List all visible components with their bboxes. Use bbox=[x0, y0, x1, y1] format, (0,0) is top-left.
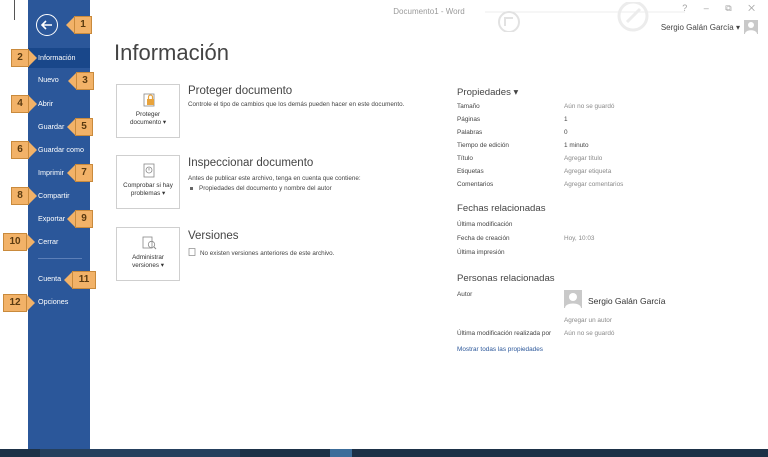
show-all-properties-link[interactable]: Mostrar todas las propiedades bbox=[457, 346, 543, 353]
callout-12: 12 bbox=[3, 294, 37, 312]
prop-value: 0 bbox=[564, 129, 568, 136]
callout-6: 6 bbox=[11, 141, 37, 159]
callout-1: 1 bbox=[66, 16, 92, 34]
prop-label: Etiquetas bbox=[457, 168, 484, 175]
last-modified-by-label: Última modificación realizada por bbox=[457, 330, 552, 337]
inspect-description: Antes de publicar este archivo, tenga en… bbox=[188, 175, 361, 182]
check-issues-button[interactable]: Comprobar si hay problemas ▾ bbox=[116, 155, 180, 209]
date-label: Fecha de creación bbox=[457, 235, 510, 242]
callout-5: 5 bbox=[67, 118, 93, 136]
related-people-heading: Personas relacionadas bbox=[457, 273, 555, 284]
prop-label: Comentarios bbox=[457, 181, 494, 188]
author-name[interactable]: Sergio Galán García bbox=[588, 296, 665, 306]
callout-8: 8 bbox=[11, 187, 37, 205]
callout-10: 10 bbox=[3, 233, 37, 251]
prop-label: Palabras bbox=[457, 129, 483, 136]
versions-heading: Versiones bbox=[188, 230, 239, 242]
back-arrow-icon bbox=[40, 20, 52, 30]
add-tag-field[interactable]: Agregar etiqueta bbox=[564, 168, 611, 175]
callout-3: 3 bbox=[68, 72, 94, 90]
inspect-document-icon bbox=[143, 163, 155, 178]
inspect-heading: Inspeccionar documento bbox=[188, 157, 314, 169]
callout-11: 11 bbox=[64, 271, 96, 289]
prop-label: Título bbox=[457, 155, 473, 162]
title-decoration bbox=[485, 2, 685, 32]
properties-heading[interactable]: Propiedades ▾ bbox=[457, 87, 518, 98]
author-label: Autor bbox=[457, 291, 473, 298]
protect-heading: Proteger documento bbox=[188, 85, 293, 97]
date-value: Hoy, 10:03 bbox=[564, 235, 595, 242]
add-title-field[interactable]: Agregar título bbox=[564, 155, 602, 162]
versions-description: No existen versiones anteriores de este … bbox=[188, 248, 334, 257]
backstage-sidebar: Información Nuevo Abrir Guardar Guardar … bbox=[28, 0, 90, 457]
window-controls[interactable]: ? – ⧉ ✕ bbox=[682, 3, 762, 14]
protect-document-button[interactable]: Proteger documento ▾ bbox=[116, 84, 180, 138]
lock-icon bbox=[143, 93, 155, 107]
back-button[interactable] bbox=[36, 14, 58, 36]
sidebar-item-abrir[interactable]: Abrir bbox=[28, 94, 90, 114]
sidebar-item-guardar-como[interactable]: Guardar como bbox=[28, 140, 90, 160]
author-avatar bbox=[564, 290, 582, 308]
inspect-card-label: Comprobar si hay problemas ▾ bbox=[123, 182, 173, 197]
user-account[interactable]: Sergio Galán García ▾ bbox=[661, 23, 740, 32]
title-bar: Documento1 - Word ? – ⧉ ✕ Sergio Galán G… bbox=[90, 0, 768, 34]
versions-icon bbox=[142, 236, 157, 250]
page-title: Información bbox=[114, 40, 229, 65]
related-dates-heading: Fechas relacionadas bbox=[457, 203, 546, 214]
callout-9: 9 bbox=[67, 210, 93, 228]
sidebar-item-informacion[interactable]: Información bbox=[28, 48, 90, 68]
callout-2: 2 bbox=[11, 49, 37, 67]
taskbar bbox=[0, 449, 768, 457]
prop-label: Tamaño bbox=[457, 103, 480, 110]
versions-card-label: Administrar versiones ▾ bbox=[132, 254, 164, 269]
prop-label: Páginas bbox=[457, 116, 481, 123]
manage-versions-button[interactable]: Administrar versiones ▾ bbox=[116, 227, 180, 281]
date-label: Última modificación bbox=[457, 221, 513, 228]
prop-value: Aún no se guardó bbox=[564, 103, 615, 110]
document-small-icon bbox=[188, 248, 196, 256]
add-author-link[interactable]: Agregar un autor bbox=[564, 317, 612, 324]
cursor-line bbox=[14, 0, 15, 20]
prop-value: 1 bbox=[564, 116, 568, 123]
prop-label: Tiempo de edición bbox=[457, 142, 509, 149]
last-modified-by-value: Aún no se guardó bbox=[564, 330, 615, 337]
user-avatar[interactable] bbox=[744, 20, 758, 34]
callout-7: 7 bbox=[67, 164, 93, 182]
sidebar-divider bbox=[38, 258, 82, 259]
protect-description: Controle el tipo de cambios que los demá… bbox=[188, 101, 405, 108]
add-comments-field[interactable]: Agregar comentarios bbox=[564, 181, 623, 188]
inspect-bullet: Propiedades del documento y nombre del a… bbox=[190, 185, 332, 192]
sidebar-item-opciones[interactable]: Opciones bbox=[28, 292, 90, 312]
date-label: Última impresión bbox=[457, 249, 505, 256]
protect-card-label: Proteger documento ▾ bbox=[129, 111, 167, 126]
prop-value: 1 minuto bbox=[564, 142, 589, 149]
sidebar-item-compartir[interactable]: Compartir bbox=[28, 186, 90, 206]
callout-4: 4 bbox=[11, 95, 37, 113]
sidebar-item-cerrar[interactable]: Cerrar bbox=[28, 232, 90, 252]
